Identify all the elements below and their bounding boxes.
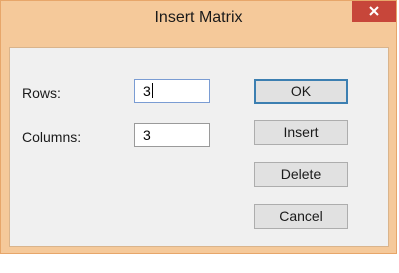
- cancel-button[interactable]: Cancel: [254, 204, 348, 229]
- close-icon: [369, 6, 379, 16]
- text-caret: [151, 83, 153, 98]
- rows-input-value: 3: [143, 83, 151, 99]
- title-bar[interactable]: Insert Matrix: [1, 1, 396, 31]
- dialog-body: Rows: 3 Columns: 3 OK Insert Delete Canc…: [9, 47, 389, 247]
- delete-button[interactable]: Delete: [254, 162, 348, 187]
- dialog-title: Insert Matrix: [154, 9, 243, 26]
- rows-label: Rows:: [22, 85, 61, 101]
- insert-matrix-dialog: Insert Matrix Rows: 3 Columns: 3 OK Inse…: [0, 0, 397, 254]
- rows-input[interactable]: 3: [134, 79, 210, 103]
- columns-input-value: 3: [143, 127, 151, 143]
- insert-button[interactable]: Insert: [254, 120, 348, 145]
- ok-button[interactable]: OK: [254, 79, 348, 104]
- close-button[interactable]: [352, 1, 396, 22]
- columns-label: Columns:: [22, 129, 82, 145]
- columns-input[interactable]: 3: [134, 123, 210, 147]
